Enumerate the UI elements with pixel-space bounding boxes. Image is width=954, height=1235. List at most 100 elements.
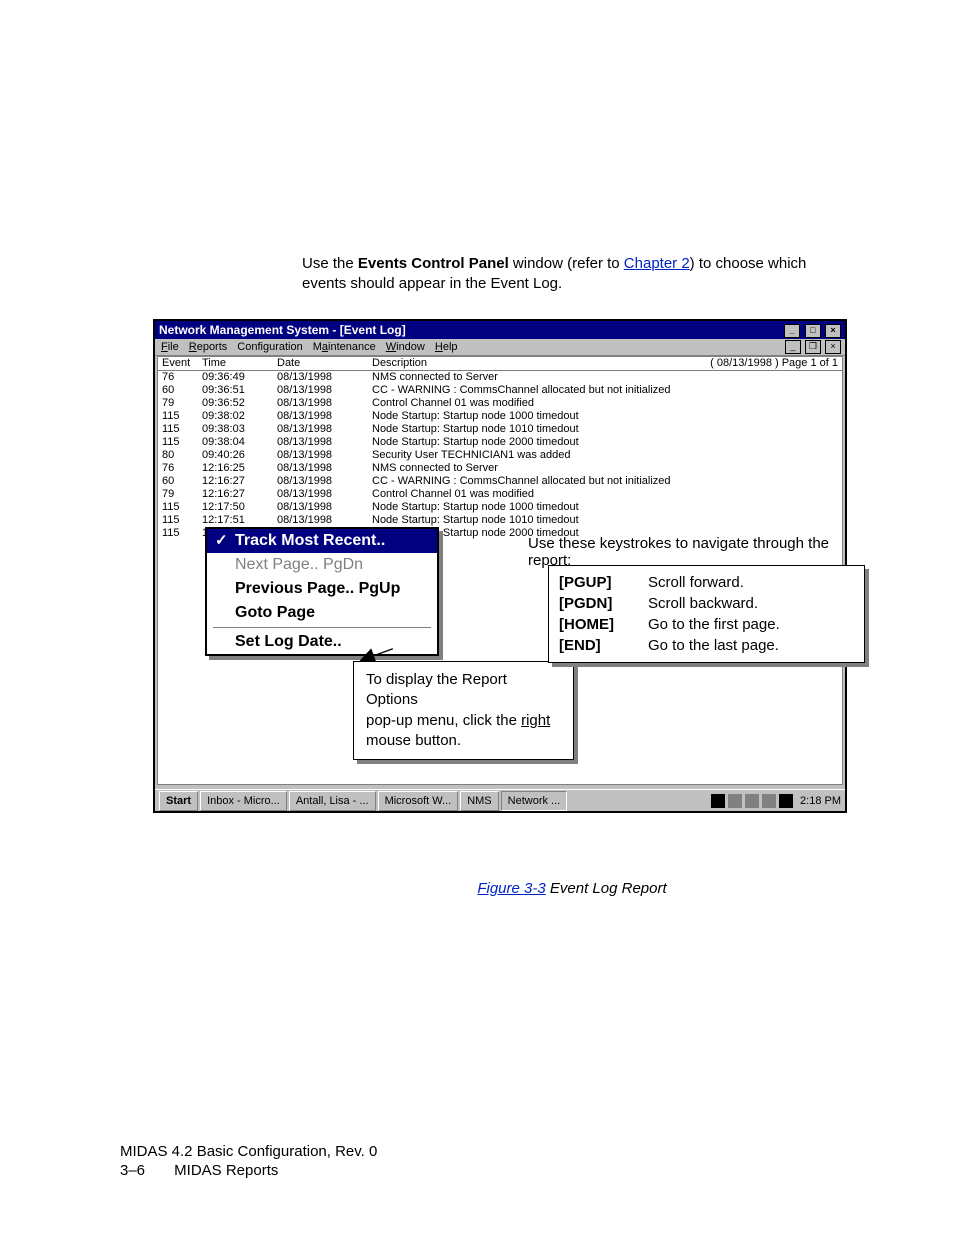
taskbar-item[interactable]: Microsoft W... [378,791,459,811]
intro-pre: Use the [302,255,358,272]
cell-event: 79 [162,488,202,501]
header-date: Date [277,357,372,369]
cell-time: 12:17:51 [202,514,277,527]
cell-time: 09:40:26 [202,449,277,462]
header-event: Event [162,357,202,369]
keystroke-row: [PGUP] Scroll forward. [559,572,854,593]
tray-icon[interactable] [728,794,742,808]
menu-bar: File Reports Configuration Maintenance W… [155,339,845,356]
key-pgup: [PGUP] [559,574,624,591]
menu-configuration[interactable]: Configuration [237,341,302,353]
key-desc: Scroll backward. [648,595,758,612]
tray-icon[interactable] [711,794,725,808]
cell-desc: Control Channel 01 was modified [372,397,838,410]
cell-time: 12:16:27 [202,475,277,488]
cell-desc: Node Startup: Startup node 2000 timedout [372,436,838,449]
mdi-minimize-icon[interactable]: _ [785,340,801,354]
footer-line2: 3–6 MIDAS Reports [120,1162,377,1179]
figure-caption-text: Event Log Report [546,880,667,897]
maximize-icon[interactable]: □ [805,324,821,338]
cell-event: 76 [162,371,202,384]
header-desc: Description [372,357,668,369]
start-button[interactable]: Start [159,791,198,811]
cell-date: 08/13/1998 [277,449,372,462]
log-row: 6009:36:5108/13/1998CC - WARNING : Comms… [162,384,838,397]
cell-event: 115 [162,527,202,540]
cell-date: 08/13/1998 [277,410,372,423]
log-row: 7909:36:5208/13/1998Control Channel 01 w… [162,397,838,410]
log-row: 11509:38:0408/13/1998Node Startup: Start… [162,436,838,449]
window-titlebar: Network Management System - [Event Log] … [155,321,845,339]
keystroke-row: [HOME] Go to the first page. [559,614,854,635]
tray-icon[interactable] [779,794,793,808]
cell-event: 115 [162,501,202,514]
figure-caption: Figure 3-3 Event Log Report [302,880,842,897]
menu-maintenance[interactable]: Maintenance [313,341,376,353]
cell-time: 12:16:27 [202,488,277,501]
taskbar-item-active[interactable]: Network ... [501,791,568,811]
cell-time: 12:17:50 [202,501,277,514]
intro-bold: Events Control Panel [358,255,509,272]
cell-event: 115 [162,410,202,423]
callout-report-options: To display the Report Options pop-up men… [353,661,574,760]
cell-time: 09:36:52 [202,397,277,410]
cell-time: 09:36:51 [202,384,277,397]
menu-help[interactable]: Help [435,341,458,353]
taskbar-item[interactable]: Inbox - Micro... [200,791,287,811]
menu-window[interactable]: Window [386,341,425,353]
figure-number-link[interactable]: Figure 3-3 [477,880,545,897]
tray-icon[interactable] [745,794,759,808]
log-rows: 7609:36:4908/13/1998NMS connected to Ser… [158,371,842,540]
cell-desc: CC - WARNING : CommsChannel allocated bu… [372,475,838,488]
key-end: [END] [559,637,624,654]
intro-mid: window (refer to [509,255,624,272]
cell-date: 08/13/1998 [277,488,372,501]
key-desc: Go to the first page. [648,616,780,633]
window-title: Network Management System - [Event Log] [159,323,406,337]
mdi-close-icon[interactable]: × [825,340,841,354]
taskbar-item[interactable]: Antall, Lisa - ... [289,791,376,811]
cell-desc: Node Startup: Startup node 1010 timedout [372,423,838,436]
cell-date: 08/13/1998 [277,384,372,397]
cell-event: 80 [162,449,202,462]
minimize-icon[interactable]: _ [784,324,800,338]
cell-event: 79 [162,397,202,410]
taskbar-item[interactable]: NMS [460,791,498,811]
cell-date: 08/13/1998 [277,436,372,449]
start-label: Start [166,795,191,807]
cell-desc: NMS connected to Server [372,371,838,384]
popup-track-most-recent[interactable]: Track Most Recent.. [207,529,437,553]
chapter-link[interactable]: Chapter 2 [624,255,690,272]
menu-reports[interactable]: Reports [189,341,228,353]
keystroke-row: [PGDN]Scroll backward. [559,593,854,614]
log-row: 11509:38:0208/13/1998Node Startup: Start… [162,410,838,423]
cell-date: 08/13/1998 [277,514,372,527]
key-desc: Scroll forward. [648,574,744,591]
cell-desc: Node Startup: Startup node 1000 timedout [372,410,838,423]
key-home: [HOME] [559,616,624,633]
footer-section: MIDAS Reports [174,1162,278,1179]
page-info: ( 08/13/1998 ) Page 1 of 1 [668,357,838,369]
header-time: Time [202,357,277,369]
cell-date: 08/13/1998 [277,371,372,384]
log-row: 11512:17:5008/13/1998Node Startup: Start… [162,501,838,514]
mdi-restore-icon[interactable]: ❐ [805,340,821,354]
popup-set-log-date[interactable]: Set Log Date.. [207,630,437,654]
cell-desc: NMS connected to Server [372,462,838,475]
popup-separator [213,627,431,628]
log-row: 7612:16:2508/13/1998NMS connected to Ser… [162,462,838,475]
cell-event: 60 [162,475,202,488]
popup-goto-page[interactable]: Goto Page [207,601,437,625]
popup-previous-page[interactable]: Previous Page.. PgUp [207,577,437,601]
callout-line: To display the Report Options [366,670,561,711]
popup-next-page[interactable]: Next Page.. PgDn [207,553,437,577]
log-row: 11509:38:0308/13/1998Node Startup: Start… [162,423,838,436]
key-desc: Go to the last page. [648,637,779,654]
tray-icon[interactable] [762,794,776,808]
close-icon[interactable]: × [825,324,841,338]
keystroke-row: [END] Go to the last page. [559,635,854,656]
mdi-controls: _ ❐ × [784,340,841,354]
log-row: 7609:36:4908/13/1998NMS connected to Ser… [162,371,838,384]
menu-file[interactable]: File [161,341,179,353]
page-footer: MIDAS 4.2 Basic Configuration, Rev. 0 3–… [120,1143,377,1179]
